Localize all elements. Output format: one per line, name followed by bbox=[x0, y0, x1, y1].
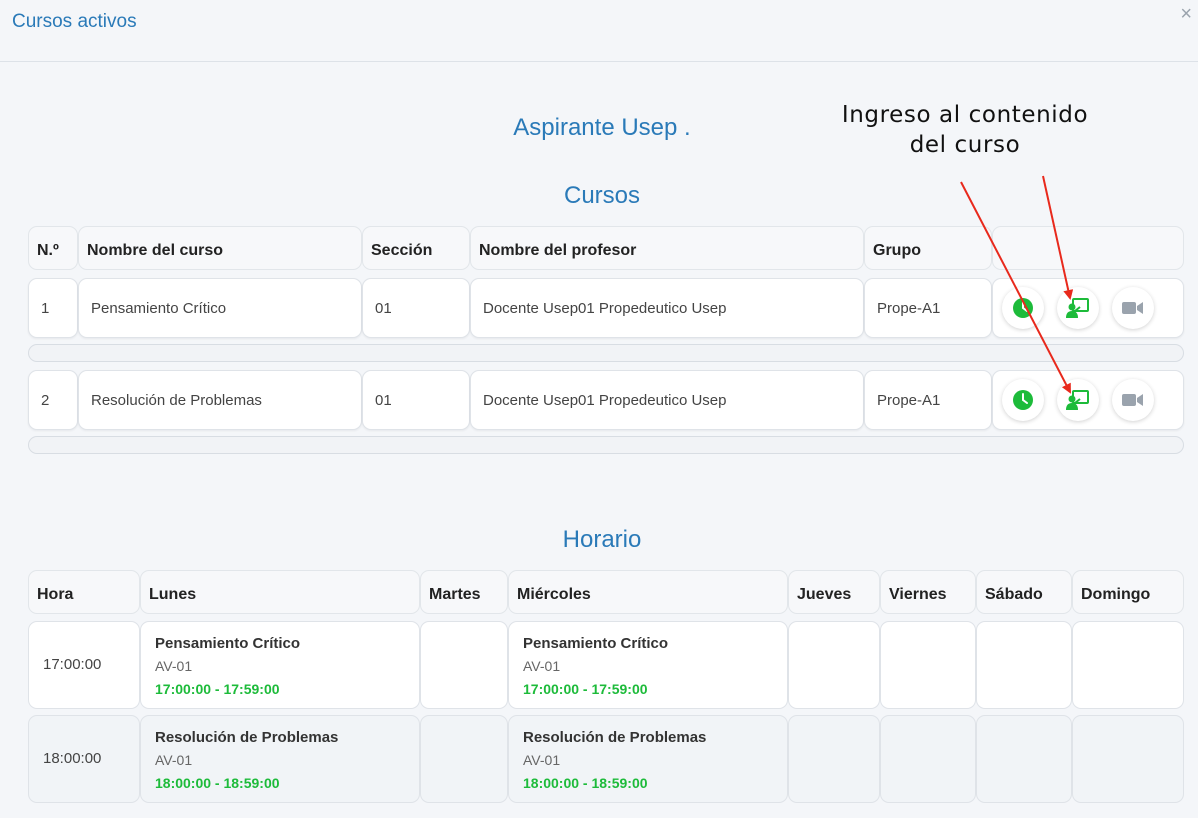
hour-label: 18:00:00 bbox=[43, 750, 102, 767]
video-call-button[interactable] bbox=[1112, 379, 1154, 421]
annotation-line-2: del curso bbox=[909, 132, 1021, 158]
tuesday-cell bbox=[420, 621, 508, 709]
thursday-cell bbox=[788, 621, 880, 709]
clock-icon bbox=[1013, 298, 1033, 318]
monday-cell: Resolución de Problemas AV-01 18:00:00 -… bbox=[140, 715, 420, 803]
header-thursday: Jueves bbox=[788, 570, 880, 614]
clock-icon bbox=[1013, 390, 1033, 410]
video-camera-icon bbox=[1122, 394, 1143, 406]
hour-cell: 18:00:00 bbox=[28, 715, 140, 803]
class-name: Resolución de Problemas bbox=[155, 729, 339, 746]
class-time: 17:00:00 - 17:59:00 bbox=[155, 681, 280, 697]
course-name-cell: Pensamiento Crítico bbox=[78, 278, 362, 338]
wednesday-cell: Pensamiento Crítico AV-01 17:00:00 - 17:… bbox=[508, 621, 788, 709]
row-detail-bar bbox=[28, 344, 1184, 362]
professor-cell: Docente Usep01 Propedeutico Usep bbox=[470, 278, 864, 338]
group-cell: Prope-A1 bbox=[864, 370, 992, 430]
row-detail-bar bbox=[28, 436, 1184, 454]
class-room: AV-01 bbox=[523, 658, 561, 674]
video-call-button[interactable] bbox=[1112, 287, 1154, 329]
class-time: 17:00:00 - 17:59:00 bbox=[523, 681, 648, 697]
header-sunday: Domingo bbox=[1072, 570, 1184, 614]
row-number-cell: 2 bbox=[28, 370, 78, 430]
class-name: Pensamiento Crítico bbox=[155, 635, 301, 652]
course-content-button[interactable] bbox=[1057, 287, 1099, 329]
course-name: Pensamiento Crítico bbox=[91, 300, 227, 317]
class-name: Pensamiento Crítico bbox=[523, 635, 669, 652]
annotation-callout: Ingreso al contenido del curso bbox=[822, 100, 1108, 160]
header-professor: Nombre del profesor bbox=[470, 226, 864, 270]
modal-title: Cursos activos bbox=[12, 11, 137, 32]
course-content-button[interactable] bbox=[1057, 379, 1099, 421]
header-wednesday: Miércoles bbox=[508, 570, 788, 614]
modal-header: Cursos activos × bbox=[0, 0, 1198, 62]
professor-cell: Docente Usep01 Propedeutico Usep bbox=[470, 370, 864, 430]
saturday-cell bbox=[976, 715, 1072, 803]
class-name: Resolución de Problemas bbox=[523, 729, 707, 746]
schedule-button[interactable] bbox=[1002, 287, 1044, 329]
section-cell: 01 bbox=[362, 370, 470, 430]
sunday-cell bbox=[1072, 621, 1184, 709]
classroom-icon bbox=[1066, 390, 1089, 410]
section: 01 bbox=[375, 300, 392, 317]
video-camera-icon bbox=[1122, 302, 1143, 314]
hour-label: 17:00:00 bbox=[43, 656, 102, 673]
section: 01 bbox=[375, 392, 392, 409]
class-room: AV-01 bbox=[155, 752, 193, 768]
wednesday-cell: Resolución de Problemas AV-01 18:00:00 -… bbox=[508, 715, 788, 803]
group: Prope-A1 bbox=[877, 300, 941, 317]
class-time: 18:00:00 - 18:59:00 bbox=[155, 775, 280, 791]
group-cell: Prope-A1 bbox=[864, 278, 992, 338]
close-button[interactable]: × bbox=[1180, 4, 1192, 24]
tuesday-cell bbox=[420, 715, 508, 803]
annotation-line-1: Ingreso al contenido bbox=[841, 102, 1089, 128]
header-tuesday: Martes bbox=[420, 570, 508, 614]
group: Prope-A1 bbox=[877, 392, 941, 409]
actions-cell bbox=[992, 370, 1184, 430]
section-cell: 01 bbox=[362, 278, 470, 338]
header-group: Grupo bbox=[864, 226, 992, 270]
class-time: 18:00:00 - 18:59:00 bbox=[523, 775, 648, 791]
header-saturday: Sábado bbox=[976, 570, 1072, 614]
row-number-cell: 1 bbox=[28, 278, 78, 338]
professor-name: Docente Usep01 Propedeutico Usep bbox=[483, 300, 727, 317]
header-hour: Hora bbox=[28, 570, 140, 614]
schedule-title: Horario bbox=[562, 526, 642, 553]
row-number: 2 bbox=[41, 392, 50, 409]
header-monday: Lunes bbox=[140, 570, 420, 614]
course-name: Resolución de Problemas bbox=[91, 392, 262, 409]
monday-cell: Pensamiento Crítico AV-01 17:00:00 - 17:… bbox=[140, 621, 420, 709]
header-course-name: Nombre del curso bbox=[78, 226, 362, 270]
professor-name: Docente Usep01 Propedeutico Usep bbox=[483, 392, 727, 409]
courses-title: Cursos bbox=[563, 182, 641, 209]
friday-cell bbox=[880, 715, 976, 803]
schedule-button[interactable] bbox=[1002, 379, 1044, 421]
sunday-cell bbox=[1072, 715, 1184, 803]
row-number: 1 bbox=[41, 300, 50, 317]
saturday-cell bbox=[976, 621, 1072, 709]
header-friday: Viernes bbox=[880, 570, 976, 614]
thursday-cell bbox=[788, 715, 880, 803]
friday-cell bbox=[880, 621, 976, 709]
classroom-icon bbox=[1066, 298, 1089, 318]
class-room: AV-01 bbox=[523, 752, 561, 768]
header-section: Sección bbox=[362, 226, 470, 270]
hour-cell: 17:00:00 bbox=[28, 621, 140, 709]
class-room: AV-01 bbox=[155, 658, 193, 674]
header-actions bbox=[992, 226, 1184, 270]
header-number: N.º bbox=[28, 226, 78, 270]
course-name-cell: Resolución de Problemas bbox=[78, 370, 362, 430]
actions-cell bbox=[992, 278, 1184, 338]
